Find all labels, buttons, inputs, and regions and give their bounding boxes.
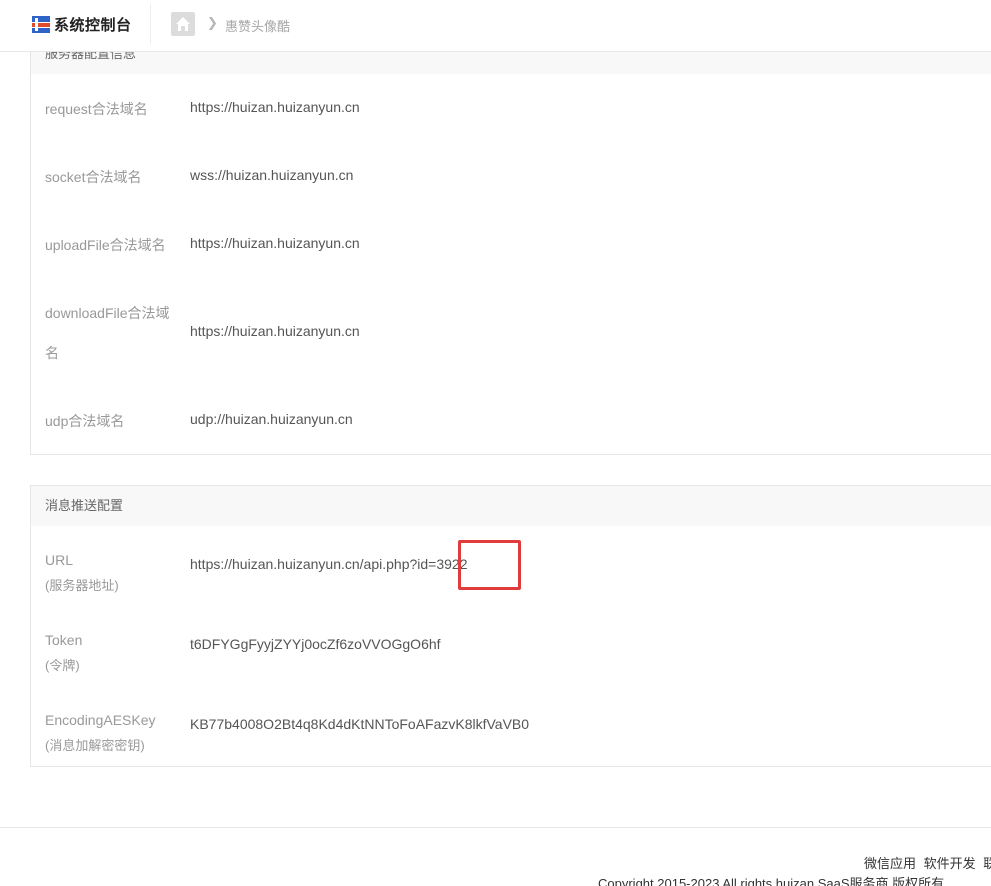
panel-title: 消息推送配置 (45, 498, 124, 513)
row-label-main: Token (45, 632, 83, 648)
brand[interactable]: 系统控制台 (32, 14, 132, 35)
row-label: URL (服务器地址) (45, 550, 119, 596)
row-label-sub: (消息加解密密钥) (45, 738, 145, 753)
row-label-main: URL (45, 552, 74, 568)
footer-divider (0, 827, 991, 828)
row-label: socket合法域名 (45, 169, 142, 185)
row-label-sub: (令牌) (45, 658, 80, 673)
footer-links: 微信应用 软件开发 联 (864, 853, 991, 872)
breadcrumb-chevron-icon: ❯ (207, 15, 218, 30)
row-value: udp://huizan.huizanyun.cn (190, 411, 353, 427)
row-label: downloadFile合法域名 (45, 305, 170, 361)
row-label: request合法域名 (45, 101, 148, 117)
push-config-panel: 消息推送配置 URL (服务器地址) https://huizan.huizan… (30, 485, 991, 767)
row-value: t6DFYGgFyyjZYYj0ocZf6zoVVOGgO6hf (190, 636, 441, 652)
highlight-annotation-box (458, 540, 521, 590)
row-label: uploadFile合法域名 (45, 237, 166, 253)
row-value: https://huizan.huizanyun.cn (190, 235, 360, 251)
row-label: Token (令牌) (45, 630, 82, 676)
row-label: udp合法域名 (45, 413, 125, 429)
row-label: EncodingAESKey (消息加解密密钥) (45, 710, 156, 756)
top-header: 系统控制台 ❯ 惠赞头像酷 (0, 0, 991, 52)
row-label-sub: (服务器地址) (45, 578, 119, 593)
push-config-panel-title: 消息推送配置 (31, 486, 991, 526)
row-value: wss://huizan.huizanyun.cn (190, 167, 354, 183)
row-value: https://huizan.huizanyun.cn (190, 99, 360, 115)
footer-link-wechat[interactable]: 微信应用 (864, 856, 916, 871)
breadcrumb-current: 惠赞头像酷 (225, 19, 291, 34)
brand-logo-icon (32, 15, 51, 34)
header-divider (150, 4, 151, 44)
row-value: KB77b4008O2Bt4q8Kd4dKtNNToFoAFazvK8lkfVa… (190, 716, 530, 732)
footer-link-contact[interactable]: 联 (983, 856, 991, 871)
row-value: https://huizan.huizanyun.cn (190, 323, 360, 339)
footer-copyright: Copyright 2015-2023 All rights huizan Sa… (598, 876, 945, 886)
brand-title: 系统控制台 (54, 17, 132, 34)
row-label-main: EncodingAESKey (45, 712, 156, 728)
server-config-panel: 服务器配置信息 request合法域名 https://huizan.huiza… (30, 22, 991, 455)
row-value: https://huizan.huizanyun.cn/api.php?id=3… (190, 556, 468, 572)
home-icon[interactable] (171, 12, 195, 36)
footer-link-dev[interactable]: 软件开发 (924, 856, 976, 871)
